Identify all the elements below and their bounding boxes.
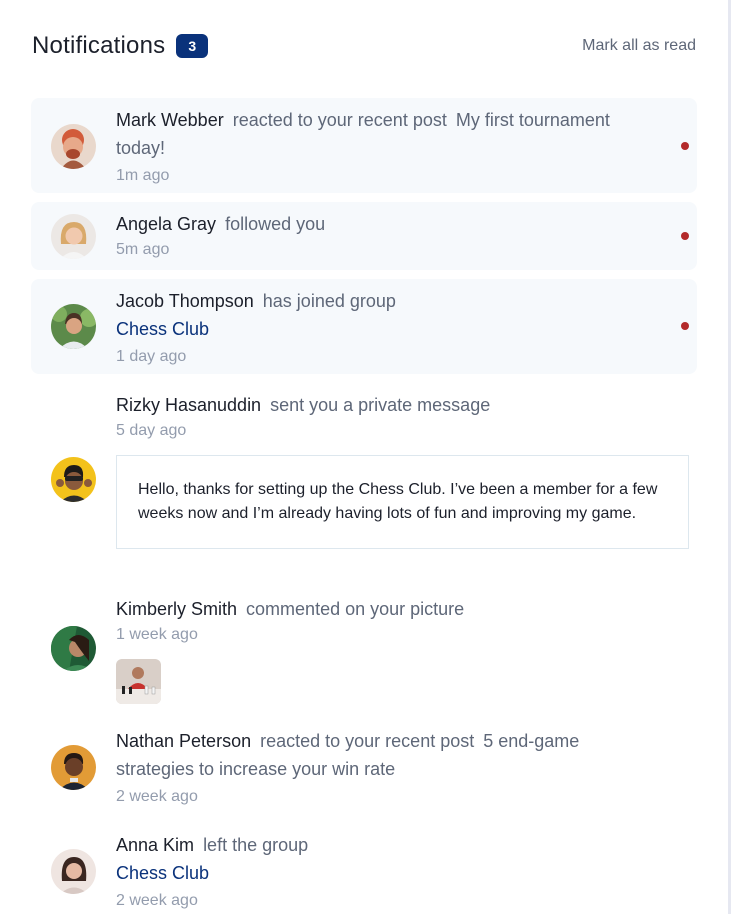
action-text: reacted to your recent post bbox=[260, 731, 475, 751]
notification-item[interactable]: Kimberly Smith commented on your picture… bbox=[31, 587, 697, 717]
notification-item[interactable]: Nathan Peterson reacted to your recent p… bbox=[31, 721, 697, 816]
timestamp: 5m ago bbox=[116, 241, 170, 258]
notification-item[interactable]: Rizky Hasanuddin sent you a private mess… bbox=[31, 383, 697, 578]
user-name[interactable]: Angela Gray bbox=[116, 214, 216, 234]
user-name[interactable]: Anna Kim bbox=[116, 835, 194, 855]
avatar[interactable] bbox=[51, 304, 96, 349]
group-link[interactable]: Chess Club bbox=[116, 859, 657, 887]
timestamp: 5 day ago bbox=[116, 422, 187, 439]
user-name[interactable]: Jacob Thompson bbox=[116, 291, 254, 311]
notifications-header: Notifications 3 Mark all as read bbox=[32, 28, 696, 64]
unread-dot bbox=[681, 142, 689, 150]
avatar[interactable] bbox=[51, 214, 96, 259]
notification-item[interactable]: Angela Gray followed you 5m ago bbox=[31, 202, 697, 270]
avatar[interactable] bbox=[51, 124, 96, 169]
avatar[interactable] bbox=[51, 849, 96, 894]
action-text: commented on your picture bbox=[246, 599, 465, 619]
notification-item[interactable]: Jacob Thompson has joined group Chess Cl… bbox=[31, 279, 697, 374]
user-name[interactable]: Rizky Hasanuddin bbox=[116, 395, 261, 415]
timestamp: 2 week ago bbox=[116, 892, 198, 909]
action-text: sent you a private message bbox=[270, 395, 491, 415]
commented-picture-thumbnail[interactable] bbox=[116, 659, 161, 704]
page-title: Notifications bbox=[32, 32, 166, 59]
avatar[interactable] bbox=[51, 457, 96, 502]
action-text: followed you bbox=[225, 214, 326, 234]
private-message-preview[interactable]: Hello, thanks for setting up the Chess C… bbox=[116, 455, 689, 549]
timestamp: 1 day ago bbox=[116, 348, 187, 365]
notification-item[interactable]: Mark Webber reacted to your recent post … bbox=[31, 98, 697, 193]
notification-item[interactable]: Anna Kim left the group Chess Club 2 wee… bbox=[31, 825, 697, 914]
timestamp: 1m ago bbox=[116, 167, 170, 184]
action-text: reacted to your recent post bbox=[232, 110, 447, 130]
timestamp: 1 week ago bbox=[116, 626, 198, 643]
avatar[interactable] bbox=[51, 626, 96, 671]
unread-dot bbox=[681, 232, 689, 240]
user-name[interactable]: Kimberly Smith bbox=[116, 599, 237, 619]
timestamp: 2 week ago bbox=[116, 788, 198, 805]
mark-all-read-button[interactable]: Mark all as read bbox=[582, 37, 696, 55]
group-link[interactable]: Chess Club bbox=[116, 315, 657, 343]
action-text: left the group bbox=[203, 835, 309, 855]
unread-dot bbox=[681, 322, 689, 330]
user-name[interactable]: Mark Webber bbox=[116, 110, 224, 130]
unread-count-badge: 3 bbox=[176, 34, 209, 58]
avatar[interactable] bbox=[51, 745, 96, 790]
action-text: has joined group bbox=[262, 291, 396, 311]
user-name[interactable]: Nathan Peterson bbox=[116, 731, 251, 751]
